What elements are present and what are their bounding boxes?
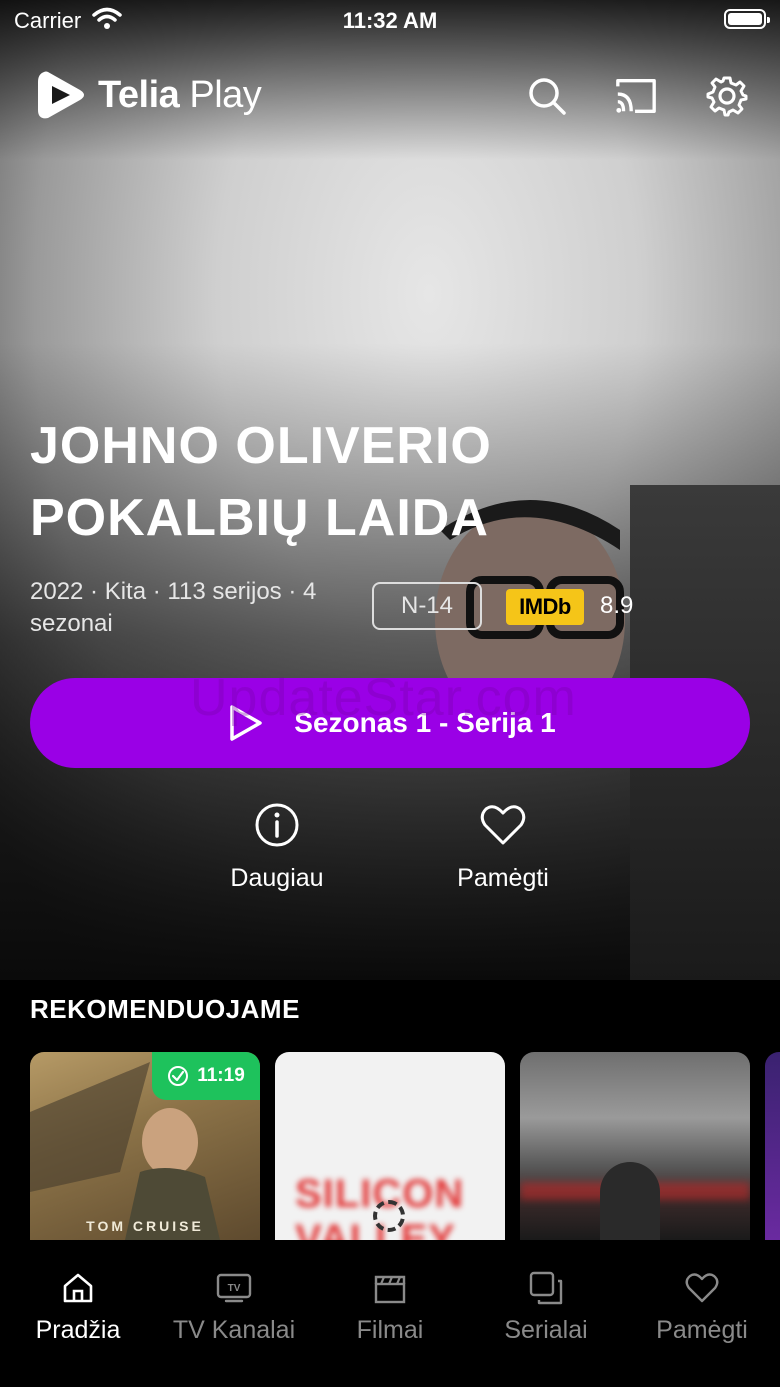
show-meta: 2022 · Kita · 113 serijos · 4 sezonai [30, 578, 317, 637]
bottom-tab-bar: Pradžia TV TV Kanalai Filmai Serialai Pa… [0, 1240, 780, 1387]
check-circle-icon [168, 1066, 189, 1086]
loading-spinner-icon [373, 1200, 405, 1232]
tab-label: Serialai [504, 1316, 588, 1344]
like-button[interactable]: Pamėgti [403, 800, 603, 893]
vulture-image [600, 1162, 660, 1240]
tab-tv-channels[interactable]: TV TV Kanalai [156, 1270, 312, 1345]
search-icon[interactable] [525, 74, 569, 118]
show-title-line1: JOHNO OLIVERIO [30, 417, 492, 475]
home-icon [63, 1273, 93, 1303]
more-info-label: Daugiau [230, 864, 324, 892]
tab-movies[interactable]: Filmai [312, 1270, 468, 1345]
cast-icon[interactable] [614, 74, 658, 118]
play-episode-button[interactable]: Sezonas 1 - Serija 1 [30, 678, 750, 768]
series-icon [529, 1271, 563, 1305]
watch-progress-time: 11:19 [197, 1065, 245, 1086]
status-time: 11:32 AM [342, 8, 438, 33]
info-icon [255, 803, 299, 847]
tab-favorites[interactable]: Pamėgti [624, 1270, 780, 1345]
heart-icon [685, 1273, 719, 1303]
tab-series[interactable]: Serialai [468, 1270, 624, 1345]
logo-brand: Telia [98, 73, 180, 116]
imdb-score: 8.9 [600, 592, 634, 619]
more-info-button[interactable]: Daugiau [177, 800, 377, 893]
card-caption: TOM CRUISE [86, 1218, 204, 1234]
imdb-logo: IMDb [506, 589, 584, 625]
recommended-rail[interactable]: 11:19 TOM CRUISE SILICON VALLEY [30, 1052, 780, 1240]
show-title-line2: POKALBIŲ LAIDA [30, 489, 489, 547]
telia-play-logo[interactable]: Telia Play [34, 66, 262, 124]
battery-icon [724, 9, 770, 29]
tab-home[interactable]: Pradžia [0, 1270, 156, 1345]
age-rating-badge: N-14 [372, 582, 482, 630]
tab-label: Pamėgti [656, 1316, 748, 1344]
like-label: Pamėgti [457, 864, 549, 892]
tv-icon: TV [216, 1273, 252, 1303]
section-title-recommended: REKOMENDUOJAME [30, 994, 300, 1024]
tab-label: Filmai [356, 1316, 424, 1344]
tab-label: Pradžia [35, 1316, 121, 1344]
logo-text: Telia Play [98, 73, 262, 117]
top-bar: Telia Play [0, 60, 780, 140]
status-bar: Carrier 11:32 AM [0, 0, 780, 40]
settings-icon[interactable] [705, 74, 749, 118]
play-button-label: Sezonas 1 - Serija 1 [294, 707, 556, 738]
recommended-card[interactable]: 11:19 TOM CRUISE [30, 1052, 260, 1240]
clapperboard-icon [374, 1275, 406, 1304]
recommended-card[interactable]: SILICON VALLEY [275, 1052, 505, 1240]
telia-logo-icon [38, 71, 84, 119]
play-icon [230, 705, 263, 741]
show-title: JOHNO OLIVERIO POKALBIŲ LAIDA [30, 410, 590, 554]
heart-icon [480, 805, 526, 845]
watch-progress-badge: 11:19 [152, 1052, 260, 1100]
svg-text:TV: TV [228, 1283, 241, 1294]
recommended-card[interactable] [520, 1052, 750, 1240]
logo-product: Play [189, 73, 262, 116]
recommended-card[interactable] [765, 1052, 780, 1240]
tab-label: TV Kanalai [172, 1316, 296, 1344]
